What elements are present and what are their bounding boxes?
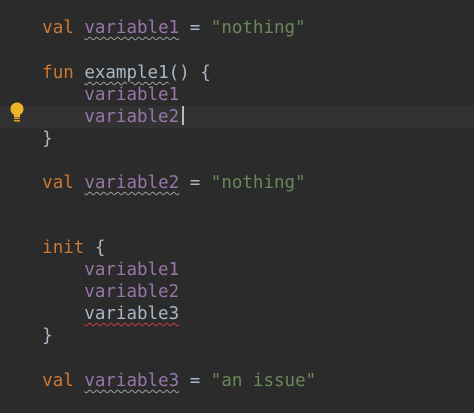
keyword-val: val <box>42 18 74 38</box>
opening-brace: { <box>94 238 106 258</box>
function-name: example1 <box>84 63 169 83</box>
code-editor[interactable]: val variable1 = "nothing" fun example1()… <box>0 0 474 413</box>
code-line-11[interactable]: } <box>0 325 474 347</box>
string-literal: "nothing" <box>210 173 306 193</box>
property-reference: variable1 <box>84 260 180 280</box>
code-line-3[interactable]: variable1 <box>0 84 474 106</box>
code-line-12[interactable]: val variable3 = "an issue" <box>0 370 474 392</box>
property-name: variable2 <box>84 173 180 193</box>
closing-brace: } <box>42 129 53 149</box>
code-line-7[interactable]: init { <box>0 237 474 259</box>
text-caret <box>182 106 185 125</box>
function-params: () { <box>168 63 211 83</box>
keyword-val: val <box>42 371 74 391</box>
keyword-init: init <box>42 238 85 258</box>
code-line-8[interactable]: variable1 <box>0 259 474 281</box>
code-line-9[interactable]: variable2 <box>0 281 474 303</box>
property-name: variable3 <box>84 371 180 391</box>
assign-operator: = <box>189 18 201 38</box>
assign-operator: = <box>189 371 201 391</box>
assign-operator: = <box>189 173 201 193</box>
code-line-1[interactable]: val variable1 = "nothing" <box>0 17 474 39</box>
code-line-4[interactable]: variable2 <box>0 106 474 128</box>
string-literal: "nothing" <box>210 18 306 38</box>
keyword-val: val <box>42 173 74 193</box>
property-reference: variable2 <box>84 282 180 302</box>
property-reference: variable2 <box>84 107 180 127</box>
unresolved-reference: variable3 <box>84 304 180 324</box>
closing-brace: } <box>42 326 53 346</box>
code-line-6[interactable]: val variable2 = "nothing" <box>0 172 474 194</box>
code-line-2[interactable]: fun example1() { <box>0 62 474 84</box>
code-line-10[interactable]: variable3 <box>0 303 474 325</box>
string-literal: "an issue" <box>210 371 317 391</box>
keyword-fun: fun <box>42 63 74 83</box>
property-reference: variable1 <box>84 85 180 105</box>
lightbulb-icon[interactable] <box>9 102 25 124</box>
code-line-5[interactable]: } <box>0 128 474 150</box>
property-name: variable1 <box>84 18 180 38</box>
